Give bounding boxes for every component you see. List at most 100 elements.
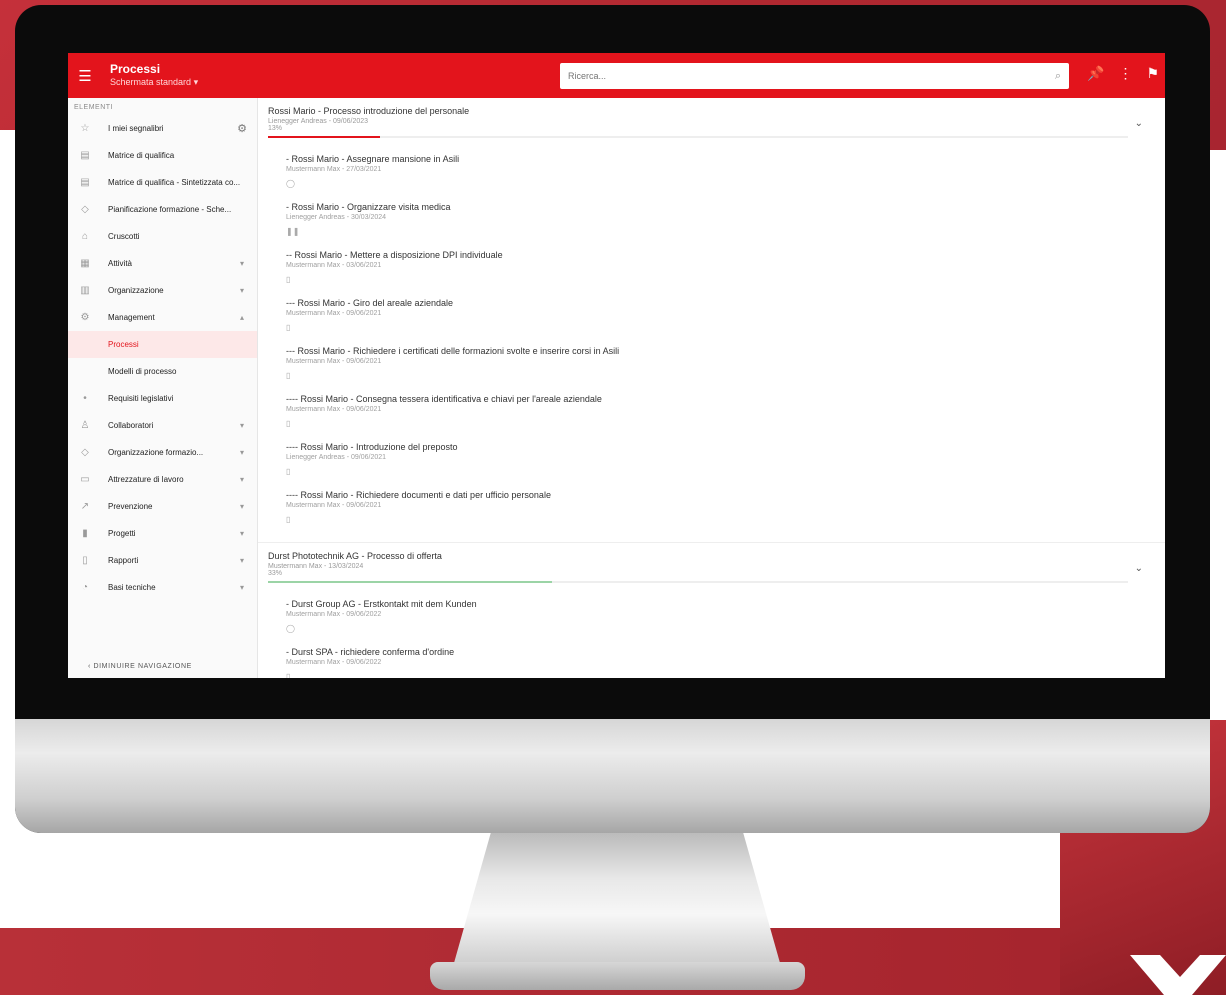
task-item[interactable]: -- Rossi Mario - Mettere a disposizione …: [286, 250, 1165, 287]
sidebar-item-label: Organizzazione: [108, 286, 164, 295]
task-item[interactable]: ---- Rossi Mario - Consegna tessera iden…: [286, 394, 1165, 431]
task-title: - Durst SPA - richiedere conferma d'ordi…: [286, 647, 455, 657]
topbar-actions: 📌 ⋮ ⚑: [1087, 65, 1159, 82]
process-meta: Mustermann Max - 13/03/2024: [268, 563, 364, 570]
chart-icon: ▮: [82, 528, 88, 539]
view-label: Schermata standard: [110, 77, 192, 87]
sidebar-item[interactable]: ▤ Matrice di qualifica: [68, 142, 257, 169]
chevron-up-icon[interactable]: ▴: [235, 313, 249, 322]
doc-icon[interactable]: ▯: [286, 275, 290, 284]
task-title: - Durst Group AG - Erstkontakt mit dem K…: [286, 599, 477, 609]
chevron-down-icon[interactable]: ⌄: [1135, 118, 1143, 129]
sidebar-item[interactable]: ⌂ Cruscotti: [68, 223, 257, 250]
sidebar-item[interactable]: ◇ Organizzazione formazio... ▾: [68, 439, 257, 466]
chevron-down-icon[interactable]: ▾: [235, 448, 249, 457]
task-meta: Lienegger Andreas - 09/06/2021: [286, 454, 387, 461]
sidebar-item[interactable]: ↗ Prevenzione ▾: [68, 493, 257, 520]
sidebar-item[interactable]: Modelli di processo: [68, 358, 257, 385]
process-header[interactable]: Rossi Mario - Processo introduzione del …: [258, 98, 1165, 144]
sidebar-item[interactable]: Processi: [68, 331, 257, 358]
sidebar-item[interactable]: ▮ Progetti ▾: [68, 520, 257, 547]
doc-icon[interactable]: ▯: [286, 515, 290, 524]
sidebar-item-label: Requisiti legislativi: [108, 394, 174, 403]
process-percent: 13%: [268, 125, 283, 132]
sidebar-item[interactable]: ◇ Pianificazione formazione - Sche...: [68, 196, 257, 223]
sidebar-item-label: Modelli di processo: [108, 367, 177, 376]
user-icon[interactable]: ⚑: [1146, 65, 1159, 82]
sidebar-item-label: Cruscotti: [108, 232, 140, 241]
dot-icon: •: [83, 393, 87, 404]
collapse-navigation-button[interactable]: ‹ DIMINUIRE NAVIGAZIONE: [68, 663, 257, 670]
monitor-icon: ▭: [80, 474, 90, 485]
task-meta: Mustermann Max - 09/06/2021: [286, 310, 382, 317]
sidebar-item-label: Pianificazione formazione - Sche...: [108, 205, 232, 214]
chevron-down-icon[interactable]: ▾: [235, 421, 249, 430]
star-icon: ☆: [80, 123, 90, 134]
doc-icon[interactable]: ▯: [286, 419, 290, 428]
search-box[interactable]: ⌕: [560, 63, 1069, 89]
process-card: Durst Phototechnik AG - Processo di offe…: [258, 543, 1165, 678]
settings-icon[interactable]: ⚙: [235, 122, 249, 135]
doc-icon[interactable]: ▯: [286, 371, 290, 380]
chevron-down-icon[interactable]: ▾: [235, 475, 249, 484]
task-item[interactable]: - Rossi Mario - Assegnare mansione in As…: [286, 154, 1165, 191]
doc-icon[interactable]: ▯: [286, 672, 290, 678]
sidebar-item[interactable]: ◔ Basi tecniche ▾: [68, 574, 257, 601]
process-header[interactable]: Durst Phototechnik AG - Processo di offe…: [258, 543, 1165, 589]
search-icon[interactable]: ⌕: [1055, 70, 1061, 83]
home-icon: ⌂: [81, 231, 89, 242]
chevron-down-icon[interactable]: ▾: [235, 259, 249, 268]
hamburger-icon[interactable]: ☰: [68, 67, 102, 85]
task-item[interactable]: - Durst Group AG - Erstkontakt mit dem K…: [286, 599, 1165, 636]
task-meta: Mustermann Max - 03/06/2021: [286, 262, 382, 269]
sidebar-item[interactable]: ▥ Organizzazione ▾: [68, 277, 257, 304]
task-item[interactable]: --- Rossi Mario - Giro del areale aziend…: [286, 298, 1165, 335]
search-input[interactable]: [568, 71, 1055, 81]
task-item[interactable]: ---- Rossi Mario - Richiedere documenti …: [286, 490, 1165, 527]
chevron-down-icon[interactable]: ▾: [235, 529, 249, 538]
monitor-frame: ☰ Processi Schermata standard ▾ ⌕ 📌 ⋮ ⚑ …: [15, 5, 1210, 833]
check-circle-icon[interactable]: ◯: [286, 624, 295, 633]
task-meta: Mustermann Max - 27/03/2021: [286, 166, 382, 173]
task-item[interactable]: ---- Rossi Mario - Introduzione del prep…: [286, 442, 1165, 479]
sidebar-item[interactable]: ▭ Attrezzature di lavoro ▾: [68, 466, 257, 493]
process-title: Durst Phototechnik AG - Processo di offe…: [268, 551, 442, 561]
sidebar-item[interactable]: ▦ Attività ▾: [68, 250, 257, 277]
doc-icon[interactable]: ▯: [286, 467, 290, 476]
task-meta: Mustermann Max - 09/06/2022: [286, 611, 382, 618]
chevron-down-icon[interactable]: ▾: [235, 502, 249, 511]
view-selector[interactable]: Schermata standard ▾: [110, 76, 198, 88]
sidebar-item-label: Progetti: [108, 529, 136, 538]
task-item[interactable]: - Durst SPA - richiedere conferma d'ordi…: [286, 647, 1165, 678]
chevron-down-icon[interactable]: ⌄: [1135, 563, 1143, 574]
check-circle-icon[interactable]: ◯: [286, 179, 295, 188]
app-screen: ☰ Processi Schermata standard ▾ ⌕ 📌 ⋮ ⚑ …: [68, 53, 1165, 678]
gear-icon: ⚙: [80, 312, 90, 323]
chevron-down-icon[interactable]: ▾: [235, 556, 249, 565]
more-vert-icon[interactable]: ⋮: [1118, 65, 1132, 82]
data-icon: ◔: [81, 582, 89, 593]
education-icon: ◇: [81, 447, 89, 458]
task-list: - Rossi Mario - Assegnare mansione in As…: [258, 144, 1165, 542]
sidebar-item[interactable]: ▯ Rapporti ▾: [68, 547, 257, 574]
task-title: ---- Rossi Mario - Consegna tessera iden…: [286, 394, 602, 404]
task-item[interactable]: --- Rossi Mario - Richiedere i certifica…: [286, 346, 1165, 383]
sidebar-item[interactable]: • Requisiti legislativi: [68, 385, 257, 412]
sidebar-item[interactable]: ▤ Matrice di qualifica - Sintetizzata co.…: [68, 169, 257, 196]
task-title: - Rossi Mario - Assegnare mansione in As…: [286, 154, 460, 164]
pause-icon[interactable]: ❚❚: [286, 227, 299, 236]
doc-icon[interactable]: ▯: [286, 323, 290, 332]
chevron-down-icon[interactable]: ▾: [235, 583, 249, 592]
pin-icon[interactable]: 📌: [1087, 65, 1104, 82]
grid-icon: ▤: [80, 150, 90, 161]
sidebar-item[interactable]: ♙ Collaboratori ▾: [68, 412, 257, 439]
task-item[interactable]: - Rossi Mario - Organizzare visita medic…: [286, 202, 1165, 239]
task-title: ---- Rossi Mario - Introduzione del prep…: [286, 442, 458, 452]
sidebar-item[interactable]: ☆ I miei segnalibri ⚙: [68, 115, 257, 142]
calendar-icon: ▦: [80, 258, 90, 269]
task-meta: Mustermann Max - 09/06/2021: [286, 358, 382, 365]
sidebar-item-label: Attrezzature di lavoro: [108, 475, 184, 484]
chevron-down-icon[interactable]: ▾: [235, 286, 249, 295]
sidebar-item[interactable]: ⚙ Management ▴: [68, 304, 257, 331]
process-meta: Lienegger Andreas - 09/06/2023: [268, 118, 369, 125]
